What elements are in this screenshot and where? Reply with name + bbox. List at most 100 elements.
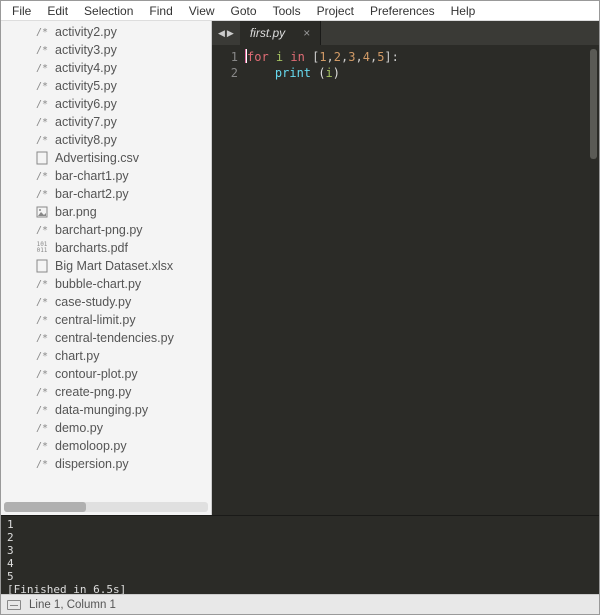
file-name: activity7.py [55, 115, 117, 129]
file-name: bubble-chart.py [55, 277, 141, 291]
code-line-2[interactable]: print (i) [246, 65, 599, 81]
file-name: activity6.py [55, 97, 117, 111]
file-item[interactable]: /* activity6.py [1, 95, 211, 113]
close-icon[interactable]: × [303, 26, 310, 40]
tab-first-py[interactable]: first.py × [240, 21, 321, 45]
file-item[interactable]: /* activity5.py [1, 77, 211, 95]
file-name: activity5.py [55, 79, 117, 93]
tab-prev-icon[interactable]: ◀ [218, 28, 225, 39]
code-icon: /* [35, 439, 49, 453]
file-item[interactable]: Advertising.csv [1, 149, 211, 167]
code-icon: /* [35, 385, 49, 399]
menu-file[interactable]: File [5, 3, 38, 18]
code-icon: /* [35, 61, 49, 75]
file-name: create-png.py [55, 385, 131, 399]
code-icon: /* [35, 421, 49, 435]
editor-area: ◀ ▶ first.py × 1 2 for i in [1,2,3,4,5]:… [212, 21, 599, 515]
menu-help[interactable]: Help [444, 3, 483, 18]
menu-goto[interactable]: Goto [224, 3, 264, 18]
code-icon: /* [35, 169, 49, 183]
file-item[interactable]: /*chart.py [1, 347, 211, 365]
file-item[interactable]: /* bubble-chart.py [1, 275, 211, 293]
file-name: Advertising.csv [55, 151, 139, 165]
tab-bar: ◀ ▶ first.py × [212, 21, 599, 45]
file-item[interactable]: /* activity3.py [1, 41, 211, 59]
file-item[interactable]: /* bar-chart1.py [1, 167, 211, 185]
file-item[interactable]: /*contour-plot.py [1, 365, 211, 383]
code-icon: /* [35, 97, 49, 111]
file-name: activity3.py [55, 43, 117, 57]
file-name: Big Mart Dataset.xlsx [55, 259, 173, 273]
file-item[interactable]: /* create-png.py [1, 383, 211, 401]
file-name: data-munging.py [55, 403, 148, 417]
code-icon: /* [35, 43, 49, 57]
img-icon [35, 205, 49, 219]
file-name: bar-chart2.py [55, 187, 129, 201]
line-number: 2 [212, 65, 238, 81]
panel-icon[interactable] [7, 600, 21, 610]
file-item[interactable]: /* demo.py [1, 419, 211, 437]
file-item[interactable]: /*demoloop.py [1, 437, 211, 455]
code-icon: /* [35, 187, 49, 201]
file-item[interactable]: /* bar-chart2.py [1, 185, 211, 203]
menu-bar: FileEditSelectionFindViewGotoToolsProjec… [1, 1, 599, 21]
code-icon: /* [35, 79, 49, 93]
output-console[interactable]: 1 2 3 4 5 [Finished in 6.5s] [1, 515, 599, 594]
file-name: activity8.py [55, 133, 117, 147]
file-name: central-tendencies.py [55, 331, 174, 345]
file-name: chart.py [55, 349, 99, 363]
file-item[interactable]: /* central-limit.py [1, 311, 211, 329]
file-name: barcharts.pdf [55, 241, 128, 255]
line-number: 1 [212, 49, 238, 65]
file-name: barchart-png.py [55, 223, 143, 237]
code-icon: /* [35, 115, 49, 129]
file-item[interactable]: bar.png [1, 203, 211, 221]
gutter: 1 2 [212, 49, 246, 515]
file-item[interactable]: Big Mart Dataset.xlsx [1, 257, 211, 275]
tab-label: first.py [250, 26, 285, 40]
code-icon: /* [35, 331, 49, 345]
file-name: activity4.py [55, 61, 117, 75]
doc-icon [35, 151, 49, 165]
code-icon: /* [35, 313, 49, 327]
menu-find[interactable]: Find [142, 3, 179, 18]
status-bar: Line 1, Column 1 [1, 594, 599, 614]
file-name: central-limit.py [55, 313, 136, 327]
code-icon: /* [35, 295, 49, 309]
sidebar: /*activity2.py /* activity3.py /* activity4.… [1, 21, 212, 515]
file-item[interactable]: 101011 barcharts.pdf [1, 239, 211, 257]
menu-preferences[interactable]: Preferences [363, 3, 442, 18]
editor-vscroll-thumb[interactable] [590, 49, 597, 159]
file-list[interactable]: /*activity2.py /* activity3.py /* activity4.… [1, 21, 211, 499]
file-item[interactable]: /*case-study.py [1, 293, 211, 311]
tab-next-icon[interactable]: ▶ [227, 28, 234, 39]
file-item[interactable]: /* activity4.py [1, 59, 211, 77]
code-icon: /* [35, 223, 49, 237]
menu-selection[interactable]: Selection [77, 3, 140, 18]
code-line-1[interactable]: for i in [1,2,3,4,5]: [246, 49, 599, 65]
code-icon: /* [35, 277, 49, 291]
file-item[interactable]: /* data-munging.py [1, 401, 211, 419]
doc-icon [35, 259, 49, 273]
file-item[interactable]: /*activity2.py [1, 23, 211, 41]
menu-project[interactable]: Project [310, 3, 361, 18]
bin-icon: 101011 [35, 241, 49, 255]
code-icon: /* [35, 403, 49, 417]
file-name: bar.png [55, 205, 97, 219]
file-name: contour-plot.py [55, 367, 138, 381]
file-item[interactable]: /*activity8.py [1, 131, 211, 149]
file-item[interactable]: /*dispersion.py [1, 455, 211, 473]
file-item[interactable]: /* central-tendencies.py [1, 329, 211, 347]
code-editor[interactable]: 1 2 for i in [1,2,3,4,5]: print (i) [212, 45, 599, 515]
file-item[interactable]: /* barchart-png.py [1, 221, 211, 239]
menu-view[interactable]: View [182, 3, 222, 18]
file-item[interactable]: /* activity7.py [1, 113, 211, 131]
code-content[interactable]: for i in [1,2,3,4,5]: print (i) [246, 49, 599, 515]
editor-vscroll[interactable] [588, 45, 599, 515]
menu-edit[interactable]: Edit [40, 3, 75, 18]
menu-tools[interactable]: Tools [266, 3, 308, 18]
sidebar-hscroll-thumb[interactable] [4, 502, 86, 512]
file-name: bar-chart1.py [55, 169, 129, 183]
file-name: demo.py [55, 421, 103, 435]
sidebar-hscroll[interactable] [4, 502, 208, 512]
